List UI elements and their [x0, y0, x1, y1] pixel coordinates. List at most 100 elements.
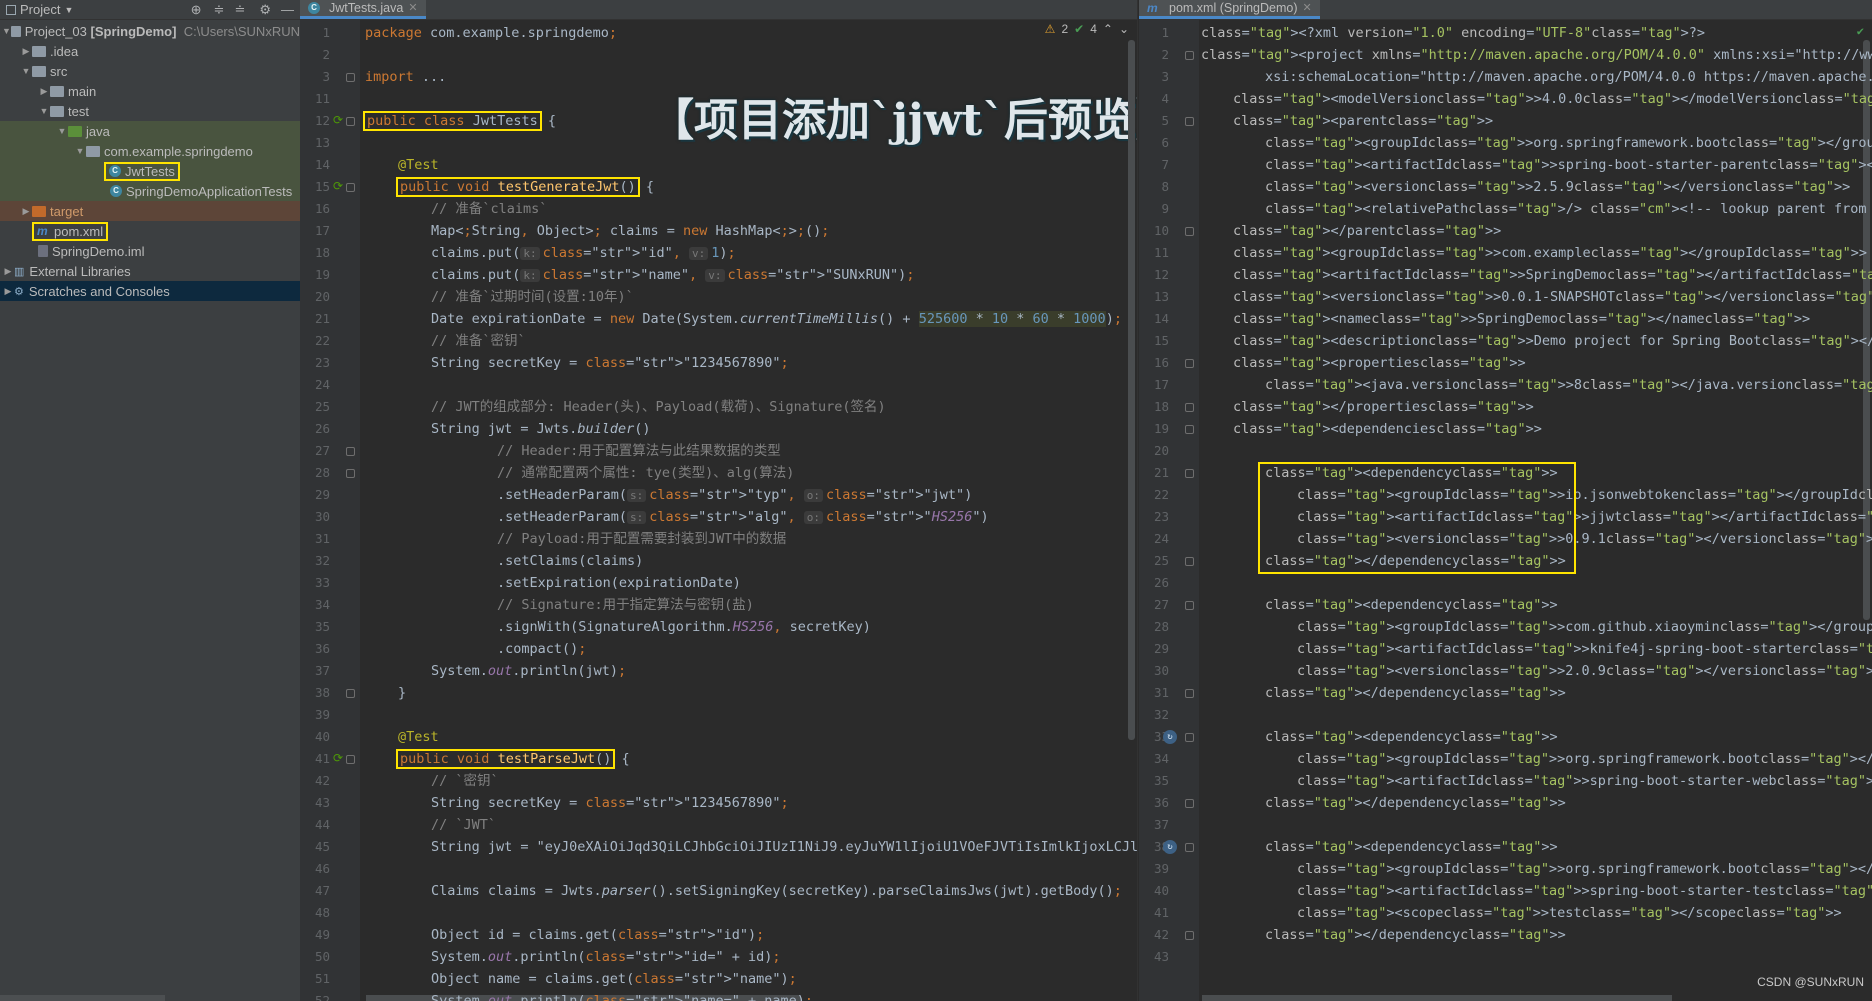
run-test-icon[interactable]: ⟳ — [333, 751, 343, 765]
run-test-icon[interactable]: ⟳ — [333, 179, 343, 193]
fold-icon[interactable] — [1185, 227, 1194, 236]
chevron-down-icon[interactable]: ⌄ — [1119, 22, 1129, 36]
run-test-icon[interactable]: ⟳ — [333, 113, 343, 127]
code-line: class="tag"><java.versionclass="tag">>8c… — [1265, 377, 1872, 393]
chevron-down-icon[interactable]: ▼ — [2, 26, 11, 36]
editor-jwttests[interactable]: C JwtTests.java ✕ ⚠ 2 ✔ 4 ⌃ ⌄ 【项目添加`jjwt`后… — [300, 0, 1138, 1001]
hide-icon[interactable]: — — [281, 2, 294, 17]
code-line: class="tag"><modelVersionclass="tag">>4.… — [1233, 91, 1872, 107]
line-number: 1 — [322, 25, 330, 40]
tree-item-project-root[interactable]: ▼ Project_03 [SpringDemo] C:\Users\SUNxR… — [0, 21, 300, 41]
project-view-selector[interactable]: Project — [20, 2, 60, 17]
chevron-down-icon[interactable]: ▼ — [56, 126, 68, 136]
code-line: // 通常配置两个属性: tye(类型)、alg(算法) — [497, 465, 795, 481]
inspection-widget[interactable]: ⚠ 2 ✔ 4 ⌃ ⌄ — [1045, 22, 1129, 36]
tree-item-target[interactable]: ▶ target — [0, 201, 300, 221]
editor-scrollbar[interactable] — [1128, 40, 1135, 740]
class-icon: C — [109, 165, 121, 177]
fold-icon[interactable] — [1185, 359, 1194, 368]
fold-icon[interactable] — [1185, 843, 1194, 852]
line-number: 5 — [1161, 113, 1169, 128]
tree-item-label: SpringDemoApplicationTests — [126, 183, 293, 199]
line-number: 47 — [314, 883, 330, 898]
tree-item-label: test — [68, 103, 89, 119]
tree-item-java[interactable]: ▼ java — [0, 121, 300, 141]
fold-icon[interactable] — [1185, 931, 1194, 940]
fold-icon[interactable] — [1185, 425, 1194, 434]
close-icon[interactable]: ✕ — [1303, 1, 1312, 14]
chevron-down-icon[interactable]: ▼ — [20, 66, 32, 76]
close-icon[interactable]: ✕ — [408, 1, 417, 14]
line-number: 15 — [314, 179, 330, 194]
chevron-right-icon[interactable]: ▶ — [2, 266, 14, 277]
tree-item-main[interactable]: ▶ main — [0, 81, 300, 101]
chevron-down-icon[interactable]: ▼ — [64, 5, 73, 15]
line-number: 11 — [314, 91, 330, 106]
line-number: 21 — [314, 311, 330, 326]
fold-icon[interactable] — [346, 117, 355, 126]
project-toolbar: Project ▼ ⊕ ≑ ≐ ⚙ — — [0, 0, 300, 20]
code-line: } — [398, 685, 407, 701]
maven-dependency-icon[interactable]: ↻ — [1163, 840, 1177, 854]
tree-item-iml[interactable]: SpringDemo.iml — [0, 241, 300, 261]
tree-item-src[interactable]: ▼ src — [0, 61, 300, 81]
tab-pom[interactable]: m pom.xml (SpringDemo) ✕ — [1139, 0, 1320, 19]
expand-all-icon[interactable]: ≑ — [214, 2, 225, 18]
gear-icon[interactable]: ⚙ — [259, 2, 271, 18]
code-line: String jwt = "eyJ0eXAiOiJqd3QiLCJhbGciOi… — [431, 839, 1138, 855]
fold-icon[interactable] — [1185, 403, 1194, 412]
code-line: .setHeaderParam(s: class="str">"alg", o: c… — [497, 509, 989, 525]
tree-item-test[interactable]: ▼ test — [0, 101, 300, 121]
project-scrollbar[interactable] — [0, 995, 165, 1001]
tree-item-pom[interactable]: m pom.xml — [0, 221, 300, 241]
project-panel: Project ▼ ⊕ ≑ ≐ ⚙ — ▼ Project_03 [Spring… — [0, 0, 300, 1001]
chevron-right-icon[interactable]: ▶ — [20, 206, 32, 217]
line-number: 45 — [314, 839, 330, 854]
chevron-right-icon[interactable]: ▶ — [2, 286, 14, 297]
fold-icon[interactable] — [1185, 601, 1194, 610]
tree-item-jwttests[interactable]: C JwtTests — [0, 161, 300, 181]
code-line: // Header:用于配置算法与此结果数据的类型 — [497, 443, 781, 459]
line-number: 22 — [1153, 487, 1169, 502]
watermark: CSDN @SUNxRUN — [1757, 975, 1864, 989]
tree-item-springdemoapplicationtests[interactable]: C SpringDemoApplicationTests — [0, 181, 300, 201]
class-icon: C — [110, 185, 122, 197]
chevron-down-icon[interactable]: ▼ — [38, 106, 50, 116]
fold-icon[interactable] — [346, 755, 355, 764]
code-line: String jwt = Jwts.builder() — [431, 421, 651, 437]
line-number: 34 — [314, 597, 330, 612]
chevron-right-icon[interactable]: ▶ — [38, 86, 50, 97]
code-line: // 准备`过期时间(设置:10年)` — [431, 289, 634, 305]
chevron-down-icon[interactable]: ▼ — [74, 146, 86, 156]
fold-icon[interactable] — [346, 469, 355, 478]
fold-icon[interactable] — [1185, 557, 1194, 566]
fold-icon[interactable] — [346, 183, 355, 192]
tree-item-idea[interactable]: ▶ .idea — [0, 41, 300, 61]
fold-icon[interactable] — [346, 689, 355, 698]
fold-icon[interactable] — [1185, 51, 1194, 60]
tree-item-label: .idea — [50, 43, 79, 59]
chevron-up-icon[interactable]: ⌃ — [1103, 22, 1113, 36]
locate-icon[interactable]: ⊕ — [191, 2, 202, 18]
fold-icon[interactable] — [1185, 117, 1194, 126]
tree-item-package[interactable]: ▼ com.example.springdemo — [0, 141, 300, 161]
editor-pom[interactable]: m pom.xml (SpringDemo) ✕ ✔ 1 class="tag">… — [1139, 0, 1872, 1001]
check-icon: ✔ — [1856, 24, 1864, 38]
editor-hscrollbar[interactable] — [1202, 995, 1672, 1001]
collapse-all-icon[interactable]: ≐ — [234, 2, 245, 18]
overlay-title: 【项目添加`jjwt`后预览】 — [650, 95, 1138, 146]
line-number: 39 — [1153, 861, 1169, 876]
chevron-right-icon[interactable]: ▶ — [20, 46, 32, 57]
fold-icon[interactable] — [1185, 469, 1194, 478]
fold-icon[interactable] — [1185, 689, 1194, 698]
maven-dependency-icon[interactable]: ↻ — [1163, 730, 1177, 744]
tree-item-scratches[interactable]: ▶ ⚙ Scratches and Consoles — [0, 281, 300, 301]
tree-item-label: SpringDemo.iml — [52, 243, 145, 259]
tree-item-external-libraries[interactable]: ▶ ▥ External Libraries — [0, 261, 300, 281]
tab-jwttests[interactable]: C JwtTests.java ✕ — [300, 0, 426, 19]
fold-icon[interactable] — [1185, 799, 1194, 808]
line-number: 28 — [1153, 619, 1169, 634]
fold-icon[interactable] — [346, 73, 355, 82]
fold-icon[interactable] — [346, 447, 355, 456]
fold-icon[interactable] — [1185, 733, 1194, 742]
